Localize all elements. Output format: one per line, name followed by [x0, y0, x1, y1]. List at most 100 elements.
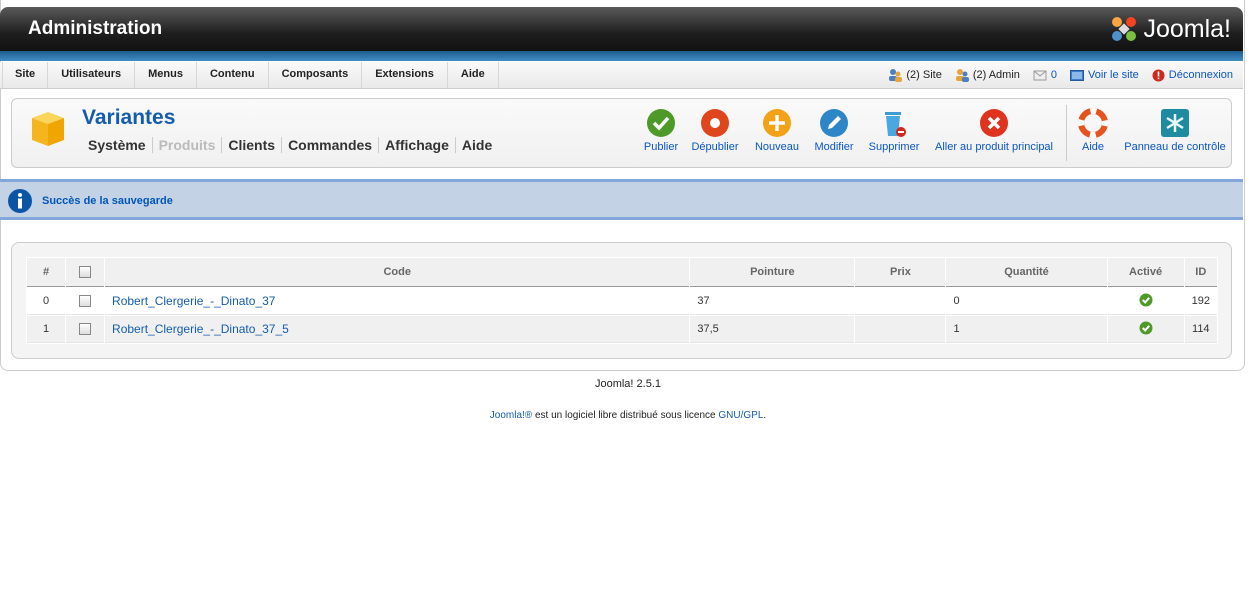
top-menubar: Site Utilisateurs Menus Contenu Composan… — [0, 62, 1243, 89]
joomla-logo-text: Joomla! — [1143, 14, 1231, 43]
close-icon — [980, 109, 1008, 137]
unpublish-label: Dépublier — [691, 141, 739, 153]
menu-content[interactable]: Contenu — [197, 62, 269, 88]
col-size[interactable]: Pointure — [690, 258, 855, 287]
admin-users-label: (2) Admin — [972, 69, 1020, 81]
row-size: 37 — [690, 288, 855, 315]
unpublish-icon — [701, 109, 729, 137]
submenu-clients[interactable]: Clients — [222, 137, 283, 153]
users-icon — [889, 69, 903, 82]
view-site-link[interactable]: Voir le site — [1070, 69, 1139, 81]
menu-components[interactable]: Composants — [269, 62, 363, 88]
checkmark-icon — [647, 109, 675, 137]
col-id[interactable]: ID — [1184, 258, 1217, 287]
row-code-link[interactable]: Robert_Clergerie_-_Dinato_37_5 — [112, 322, 289, 336]
help-label: Aide — [1081, 141, 1105, 153]
col-number: # — [27, 258, 66, 287]
messages-status[interactable]: 0 — [1033, 69, 1057, 81]
row-quantity: 0 — [946, 288, 1107, 315]
table-row: 1 Robert_Clergerie_-_Dinato_37_5 37,5 1 … — [27, 316, 1217, 343]
col-code[interactable]: Code — [105, 258, 690, 287]
row-price — [855, 288, 946, 315]
logout-icon — [1152, 69, 1165, 81]
row-enabled-cell — [1107, 288, 1184, 315]
control-panel-button[interactable]: Panneau de contrôle — [1124, 108, 1226, 153]
footer-license: Joomla!® est un logiciel libre distribué… — [0, 410, 1256, 421]
delete-label: Supprimer — [868, 141, 920, 153]
view-site-label[interactable]: Voir le site — [1088, 69, 1139, 81]
enabled-check-icon[interactable] — [1139, 321, 1153, 335]
site-users-label: (2) Site — [906, 69, 942, 81]
row-checkbox-cell — [66, 288, 105, 315]
system-message: Succès de la sauvegarde — [0, 179, 1243, 220]
unpublish-button[interactable]: Dépublier — [690, 108, 740, 153]
row-enabled-cell — [1107, 316, 1184, 343]
joomla-logo: Joomla! — [1109, 14, 1231, 44]
row-code-cell: Robert_Clergerie_-_Dinato_37 — [105, 288, 690, 315]
row-code-link[interactable]: Robert_Clergerie_-_Dinato_37 — [112, 294, 275, 308]
variants-panel: # Code Pointure Prix Quantité Activé ID … — [11, 242, 1232, 359]
admin-users-status[interactable]: (2) Admin — [955, 68, 1020, 82]
menu-extensions[interactable]: Extensions — [362, 62, 448, 88]
page-toolbar-box: Variantes Système Produits Clients Comma… — [11, 98, 1232, 168]
footer-version: Joomla! 2.5.1 — [594, 378, 662, 390]
select-all-checkbox[interactable] — [79, 266, 92, 279]
row-size: 37,5 — [690, 316, 855, 343]
monitor-icon — [1070, 69, 1085, 81]
submenu-display[interactable]: Affichage — [379, 137, 456, 153]
message-text: Succès de la sauvegarde — [42, 195, 173, 207]
row-number: 0 — [27, 288, 66, 315]
info-icon — [8, 189, 32, 213]
new-label: Nouveau — [754, 141, 800, 153]
row-checkbox[interactable] — [79, 323, 92, 336]
site-users-status[interactable]: (2) Site — [888, 68, 942, 82]
publish-button[interactable]: Publier — [641, 108, 681, 153]
col-checkbox — [66, 258, 105, 287]
toolbar-separator — [1066, 105, 1067, 161]
row-id: 114 — [1184, 316, 1217, 343]
mail-icon — [1033, 70, 1047, 81]
pencil-icon — [820, 109, 848, 137]
col-price[interactable]: Prix — [855, 258, 946, 287]
license-text: est un logiciel libre distribué sous lic… — [532, 410, 719, 421]
publish-label: Publier — [643, 141, 679, 153]
main-menu: Site Utilisateurs Menus Contenu Composan… — [2, 62, 499, 88]
new-button[interactable]: Nouveau — [752, 108, 802, 153]
menu-site[interactable]: Site — [2, 62, 49, 88]
enabled-check-icon[interactable] — [1139, 293, 1153, 307]
delete-button[interactable]: Supprimer — [866, 108, 922, 153]
row-code-cell: Robert_Clergerie_-_Dinato_37_5 — [105, 316, 690, 343]
row-checkbox-cell — [66, 316, 105, 343]
joomla-logo-icon — [1112, 17, 1137, 41]
main-product-button[interactable]: Aller au produit principal — [932, 108, 1056, 153]
row-id: 192 — [1184, 288, 1217, 315]
admin-title: Administration — [28, 18, 163, 39]
gpl-link[interactable]: GNU/GPL — [718, 410, 763, 421]
logout-link[interactable]: Déconnexion — [1152, 69, 1233, 82]
submenu-help[interactable]: Aide — [456, 137, 498, 153]
submenu-orders[interactable]: Commandes — [282, 137, 380, 153]
col-quantity[interactable]: Quantité — [946, 258, 1107, 287]
logout-label[interactable]: Déconnexion — [1169, 69, 1233, 81]
row-checkbox[interactable] — [79, 295, 92, 308]
menu-menus[interactable]: Menus — [135, 62, 197, 88]
component-submenu: Système Produits Clients Commandes Affic… — [82, 137, 498, 153]
col-enabled[interactable]: Activé — [1107, 258, 1184, 287]
messages-count[interactable]: 0 — [1051, 69, 1057, 81]
table-row: 0 Robert_Clergerie_-_Dinato_37 37 0 192 — [27, 288, 1217, 315]
table-header-row: # Code Pointure Prix Quantité Activé ID — [27, 258, 1217, 287]
page-title: Variantes — [82, 106, 176, 129]
menu-users[interactable]: Utilisateurs — [48, 62, 136, 88]
header-bar: Administration Joomla! — [0, 7, 1243, 51]
main-product-label: Aller au produit principal — [934, 141, 1053, 153]
lifebuoy-icon — [1078, 108, 1108, 138]
box-icon — [32, 112, 64, 146]
joomla-link[interactable]: Joomla!® — [490, 410, 532, 421]
header-accent-line — [0, 51, 1243, 61]
edit-button[interactable]: Modifier — [812, 108, 856, 153]
menu-help[interactable]: Aide — [448, 62, 499, 88]
row-quantity: 1 — [946, 316, 1107, 343]
control-panel-label: Panneau de contrôle — [1124, 141, 1226, 153]
submenu-system[interactable]: Système — [82, 137, 153, 153]
help-button[interactable]: Aide — [1076, 108, 1110, 153]
